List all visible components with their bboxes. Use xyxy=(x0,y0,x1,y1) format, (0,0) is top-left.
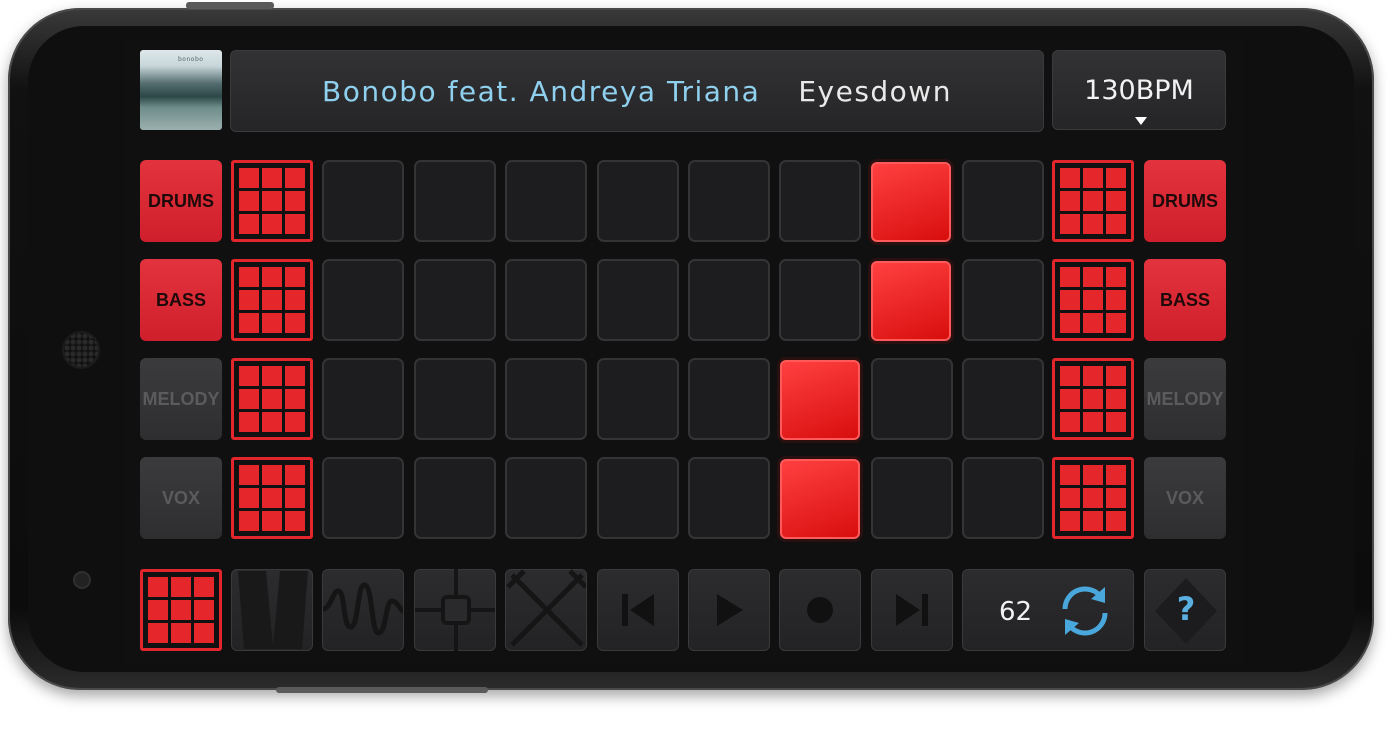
dropdown-triangle-icon xyxy=(1135,117,1147,125)
pad-cell[interactable] xyxy=(322,358,404,440)
pad-cell[interactable] xyxy=(597,160,679,242)
pad-cell[interactable] xyxy=(414,457,496,539)
pad-grid-icon xyxy=(239,465,305,531)
right-label-bass[interactable]: BASS xyxy=(1144,259,1226,341)
pad-cell[interactable] xyxy=(597,259,679,341)
loop-counter: 62 xyxy=(999,597,1033,627)
left-pad-grid-button-vox[interactable] xyxy=(231,457,313,539)
play-button[interactable] xyxy=(688,569,770,651)
pad-cell[interactable] xyxy=(322,457,404,539)
speaker-grille xyxy=(62,331,100,369)
now-playing-bar[interactable]: Bonobo feat. Andreya Triana Eyesdown xyxy=(230,50,1044,132)
right-label-vox[interactable]: VOX xyxy=(1144,457,1226,539)
waveform-icon xyxy=(323,582,403,636)
pad-cell[interactable] xyxy=(962,457,1044,539)
pad-cell[interactable] xyxy=(414,160,496,242)
app-screen: bonobo Bonobo feat. Andreya Triana Eyesd… xyxy=(126,40,1244,665)
pad-grid-icon xyxy=(1060,168,1126,234)
pad-cell[interactable] xyxy=(414,259,496,341)
record-button[interactable] xyxy=(779,569,861,651)
record-icon xyxy=(807,597,833,623)
pad-cell[interactable] xyxy=(871,457,953,539)
loop-icon xyxy=(1062,586,1108,636)
right-pad-grid-button-vox[interactable] xyxy=(1052,457,1134,539)
pad-grid-icon xyxy=(239,168,305,234)
skip-forward-icon xyxy=(896,594,928,626)
filter-button[interactable] xyxy=(231,569,313,651)
pad-grid-icon xyxy=(1060,465,1126,531)
right-label-melody[interactable]: MELODY xyxy=(1144,358,1226,440)
pad-cell[interactable] xyxy=(414,358,496,440)
pad-cell[interactable] xyxy=(962,259,1044,341)
crossfader-icon xyxy=(415,569,495,651)
filter-icon xyxy=(238,571,308,649)
pad-cell[interactable] xyxy=(322,160,404,242)
camera-sensor xyxy=(73,571,91,589)
pad-cell-active[interactable] xyxy=(780,360,860,440)
left-pad-grid-button-drums[interactable] xyxy=(231,160,313,242)
pad-cell[interactable] xyxy=(505,457,587,539)
left-label-bass[interactable]: BASS xyxy=(140,259,222,341)
pad-cell[interactable] xyxy=(871,358,953,440)
pad-cell-active[interactable] xyxy=(871,162,951,242)
pad-cell[interactable] xyxy=(962,160,1044,242)
pad-grid-icon xyxy=(1060,366,1126,432)
power-button xyxy=(276,687,488,693)
left-label-drums[interactable]: DRUMS xyxy=(140,160,222,242)
loop-button[interactable]: 62 xyxy=(962,569,1134,651)
pad-cell-active[interactable] xyxy=(780,459,860,539)
help-label: ? xyxy=(1176,590,1196,628)
track-name: Eyesdown xyxy=(798,74,952,108)
skip-back-button[interactable] xyxy=(597,569,679,651)
crossfader-button[interactable] xyxy=(414,569,496,651)
pad-cell[interactable] xyxy=(322,259,404,341)
pad-mode-button[interactable] xyxy=(140,569,222,651)
crossed-swords-icon xyxy=(506,569,586,647)
pad-grid-icon xyxy=(239,267,305,333)
pad-cell[interactable] xyxy=(597,457,679,539)
left-pad-grid-button-bass[interactable] xyxy=(231,259,313,341)
pad-cell[interactable] xyxy=(505,160,587,242)
pad-cell[interactable] xyxy=(962,358,1044,440)
pad-cell[interactable] xyxy=(688,259,770,341)
pad-grid-icon xyxy=(148,577,214,643)
skip-forward-button[interactable] xyxy=(871,569,953,651)
volume-button xyxy=(186,2,274,9)
pad-cell[interactable] xyxy=(505,358,587,440)
stop-all-button[interactable] xyxy=(505,569,587,651)
skip-back-icon xyxy=(622,594,654,626)
right-label-drums[interactable]: DRUMS xyxy=(1144,160,1226,242)
pad-cell[interactable] xyxy=(505,259,587,341)
left-label-vox[interactable]: VOX xyxy=(140,457,222,539)
right-pad-grid-button-drums[interactable] xyxy=(1052,160,1134,242)
pad-cell[interactable] xyxy=(779,259,861,341)
effect-button[interactable] xyxy=(322,569,404,651)
pad-cell-active[interactable] xyxy=(871,261,951,341)
pad-cell[interactable] xyxy=(688,457,770,539)
pad-cell[interactable] xyxy=(688,358,770,440)
pad-grid-icon xyxy=(239,366,305,432)
left-pad-grid-button-melody[interactable] xyxy=(231,358,313,440)
right-pad-grid-button-melody[interactable] xyxy=(1052,358,1134,440)
pad-cell[interactable] xyxy=(688,160,770,242)
bpm-label: 130BPM xyxy=(1084,75,1194,106)
pad-cell[interactable] xyxy=(597,358,679,440)
artist-name: Bonobo feat. Andreya Triana xyxy=(322,74,761,108)
right-pad-grid-button-bass[interactable] xyxy=(1052,259,1134,341)
pad-cell[interactable] xyxy=(779,160,861,242)
pad-grid-icon xyxy=(1060,267,1126,333)
help-button[interactable]: ? xyxy=(1144,569,1226,651)
album-caption: bonobo xyxy=(178,56,204,63)
album-art[interactable]: bonobo xyxy=(140,50,222,130)
bpm-selector[interactable]: 130BPM xyxy=(1052,50,1226,130)
play-icon xyxy=(717,594,743,626)
left-label-melody[interactable]: MELODY xyxy=(140,358,222,440)
